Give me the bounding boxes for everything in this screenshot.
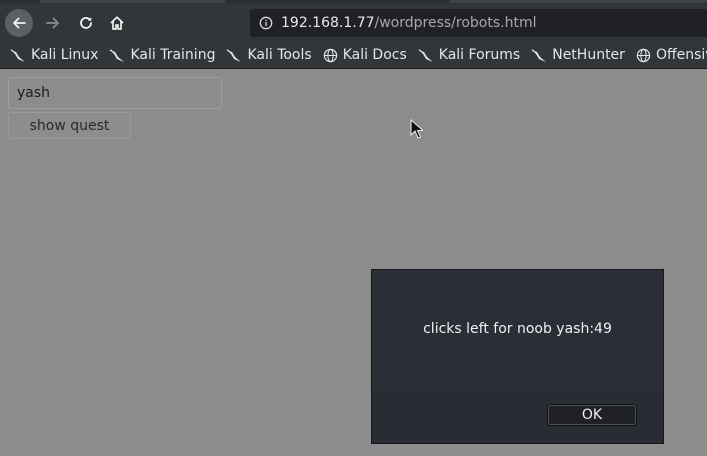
arrow-left-icon [13,17,26,29]
bookmark-kali-training[interactable]: Kali Training [109,47,215,63]
mouse-cursor-icon [410,119,423,139]
browser-toolbar: 192.168.1.77/wordpress/robots.html [0,4,707,42]
arrow-right-icon [46,17,59,29]
tab[interactable] [450,0,707,3]
info-icon[interactable] [259,16,273,30]
globe-icon [636,48,651,62]
home-icon [110,16,124,30]
name-input[interactable] [8,77,222,109]
kali-dragon-icon [531,49,547,62]
alert-message: clicks left for noob yash:49 [423,320,612,337]
bookmarks-bar: Kali Linux Kali Training Kali Tools Kali… [0,42,707,69]
bookmark-kali-linux[interactable]: Kali Linux [10,47,98,63]
bookmark-label: Kali Docs [342,47,407,63]
bookmark-label: Kali Training [130,47,216,63]
bookmark-nethunter[interactable]: NetHunter [531,47,625,63]
alert-dialog: clicks left for noob yash:49 OK [371,269,664,444]
tab[interactable] [40,0,225,3]
bookmark-kali-forums[interactable]: Kali Forums [418,47,520,63]
bookmark-label: Kali Tools [247,47,312,63]
bookmark-label: Kali Forums [438,47,521,63]
forward-button[interactable] [39,9,67,37]
bookmark-label: NetHunter [552,47,625,63]
ok-button[interactable]: OK [547,404,637,426]
bookmark-offensive[interactable]: Offensive [636,47,707,63]
reload-icon [80,17,92,29]
page-content: show quest clicks left for noob yash:49 … [0,69,707,456]
bookmark-kali-tools[interactable]: Kali Tools [226,47,312,63]
url-path: /wordpress/robots.html [374,15,537,31]
show-quest-button[interactable]: show quest [8,112,131,139]
bookmark-kali-docs[interactable]: Kali Docs [323,47,407,63]
kali-dragon-icon [418,49,433,62]
address-bar[interactable]: 192.168.1.77/wordpress/robots.html [250,9,707,37]
alert-footer: OK [372,387,663,443]
reload-button[interactable] [72,9,100,37]
url-host: 192.168.1.77 [281,15,375,31]
home-button[interactable] [103,9,131,37]
bookmark-label: Kali Linux [31,47,99,63]
globe-icon [323,48,337,62]
kali-dragon-icon [10,49,25,62]
kali-dragon-icon [110,49,125,62]
bookmark-label: Offensive [655,47,707,63]
kali-dragon-icon [227,49,242,62]
back-button[interactable] [5,9,33,37]
